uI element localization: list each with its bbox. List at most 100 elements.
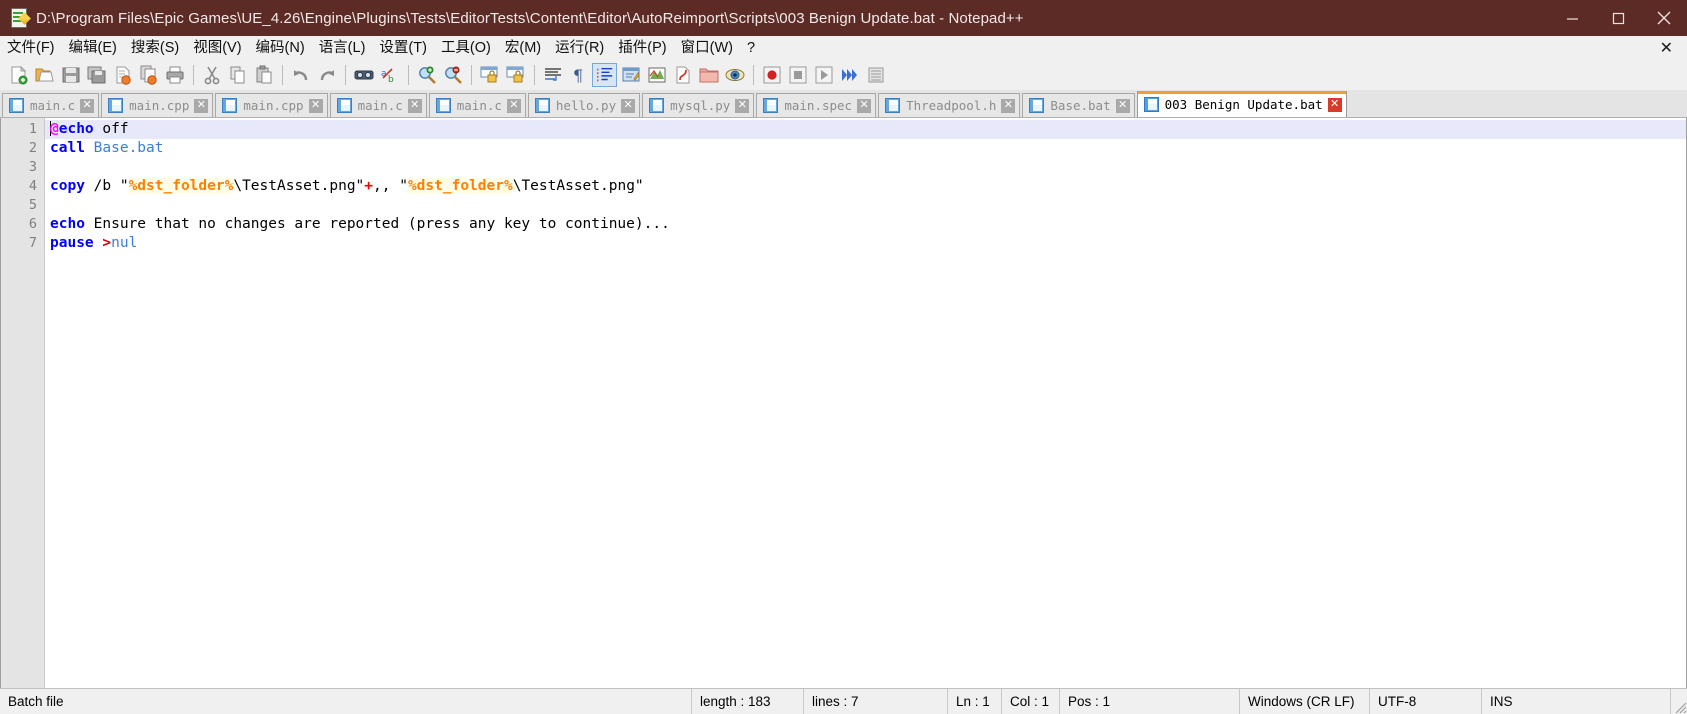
print-icon[interactable] [162,63,187,87]
line-number: 2 [28,140,37,156]
zoom-in-icon[interactable] [414,63,439,87]
tab-mysql-py[interactable]: mysql.py ✕ [642,93,755,117]
tab-main-c-3[interactable]: main.c ✕ [428,93,526,117]
sync-vertical-scroll-icon[interactable] [477,63,502,87]
tab-label: main.c [30,98,76,113]
code-token: @ [50,121,59,137]
tab-close-icon[interactable]: ✕ [1115,98,1130,113]
code-token: /b " [84,178,129,194]
tab-close-icon[interactable]: ✕ [857,98,872,113]
tab-hello-py[interactable]: hello.py ✕ [527,93,641,117]
code-line[interactable] [45,158,1686,177]
status-col: Col : 1 [1002,689,1060,714]
tab-close-icon[interactable]: ✕ [1327,97,1342,112]
code-line[interactable]: call Base.bat [45,139,1686,158]
menu-run[interactable]: 运行(R) [548,37,611,59]
tab-threadpool-h[interactable]: Threadpool.h ✕ [878,93,1021,117]
tab-close-icon[interactable]: ✕ [407,98,422,113]
stop-macro-icon[interactable] [785,63,810,87]
monitoring-icon[interactable] [722,63,747,87]
tab-close-icon[interactable]: ✕ [308,98,323,113]
open-file-icon[interactable] [32,63,57,87]
undo-icon[interactable] [288,63,313,87]
code-line[interactable]: pause >nul [45,234,1686,253]
saved-file-icon [9,98,24,113]
tab-close-icon[interactable]: ✕ [194,98,209,113]
tab-base-bat[interactable]: Base.bat ✕ [1022,93,1135,117]
save-icon[interactable] [58,63,83,87]
word-wrap-icon[interactable] [540,63,565,87]
code-line[interactable]: echo Ensure that no changes are reported… [45,215,1686,234]
tab-main-spec[interactable]: main.spec ✕ [756,93,877,117]
toolbar-separator [408,65,409,85]
tab-main-cpp-1[interactable]: main.cpp ✕ [101,93,214,117]
menu-plugins[interactable]: 插件(P) [611,37,673,59]
status-document-type: Batch file [0,689,692,714]
title-bar: D:\Program Files\Epic Games\UE_4.26\Engi… [0,0,1687,36]
maximize-button[interactable] [1595,0,1641,36]
save-all-icon[interactable] [84,63,109,87]
save-macro-icon[interactable] [863,63,888,87]
code-text[interactable]: @echo off call Base.bat copy /b "%dst_fol… [45,118,1686,688]
zoom-out-icon[interactable] [440,63,465,87]
copy-icon[interactable] [225,63,250,87]
code-line[interactable]: copy /b "%dst_folder%\TestAsset.png"+,, … [45,177,1686,196]
code-token: off [93,121,129,137]
minimize-button[interactable] [1549,0,1595,36]
resize-grip-icon[interactable] [1671,698,1687,714]
tab-close-icon[interactable]: ✕ [80,98,95,113]
tab-003-benign-update-bat[interactable]: 003 Benign Update.bat ✕ [1136,91,1347,117]
replace-icon[interactable]: a b [377,63,402,87]
play-macro-multiple-icon[interactable] [837,63,862,87]
status-encoding[interactable]: UTF-8 [1370,689,1482,714]
window-controls [1549,0,1687,36]
menu-search[interactable]: 搜索(S) [124,37,186,59]
menu-edit[interactable]: 编辑(E) [62,37,124,59]
saved-file-icon [108,98,124,113]
folder-as-workspace-icon[interactable] [696,63,721,87]
cut-icon[interactable] [199,63,224,87]
tab-close-icon[interactable]: ✕ [735,98,750,113]
menu-encoding[interactable]: 编码(N) [249,37,312,59]
menu-view[interactable]: 视图(V) [186,37,248,59]
tab-close-icon[interactable]: ✕ [1001,98,1016,113]
menu-window[interactable]: 窗口(W) [674,37,740,59]
code-line[interactable]: @echo off [45,120,1686,139]
menu-help[interactable]: ? [740,37,762,59]
status-insert-mode[interactable]: INS [1482,689,1671,714]
tab-close-icon[interactable]: ✕ [621,98,636,113]
status-pos: Pos : 1 [1060,689,1240,714]
tab-main-c-1[interactable]: main.c ✕ [2,93,100,117]
menu-file[interactable]: 文件(F) [0,37,62,59]
close-document-button[interactable]: ✕ [1654,38,1679,58]
code-token: Base.bat [93,140,164,156]
close-button[interactable] [1641,0,1687,36]
close-file-icon[interactable] [110,63,135,87]
paste-icon[interactable] [251,63,276,87]
function-list-icon[interactable] [670,63,695,87]
sync-horizontal-scroll-icon[interactable] [503,63,528,87]
record-macro-icon[interactable] [759,63,784,87]
menu-settings[interactable]: 设置(T) [372,37,434,59]
code-line[interactable] [45,196,1686,215]
menu-tools[interactable]: 工具(O) [434,37,498,59]
new-file-icon[interactable] [6,63,31,87]
tab-main-cpp-2[interactable]: main.cpp ✕ [215,93,328,117]
saved-file-icon [763,98,779,113]
status-eol[interactable]: Windows (CR LF) [1240,689,1370,714]
play-macro-icon[interactable] [811,63,836,87]
close-all-files-icon[interactable] [136,63,161,87]
tab-close-icon[interactable]: ✕ [506,98,521,113]
redo-icon[interactable] [314,63,339,87]
user-defined-dialog-icon[interactable] [618,63,643,87]
show-all-characters-icon[interactable]: ¶ [566,63,591,87]
editor-area[interactable]: 1 2 3 4 5 6 7 @echo off call Base.bat cop… [0,118,1687,688]
document-map-icon[interactable] [644,63,669,87]
menu-language[interactable]: 语言(L) [312,37,373,59]
find-icon[interactable] [351,63,376,87]
saved-file-icon [222,98,238,113]
menu-macro[interactable]: 宏(M) [498,37,548,59]
tab-main-c-2[interactable]: main.c ✕ [329,93,427,117]
indent-guide-icon[interactable] [592,63,617,87]
